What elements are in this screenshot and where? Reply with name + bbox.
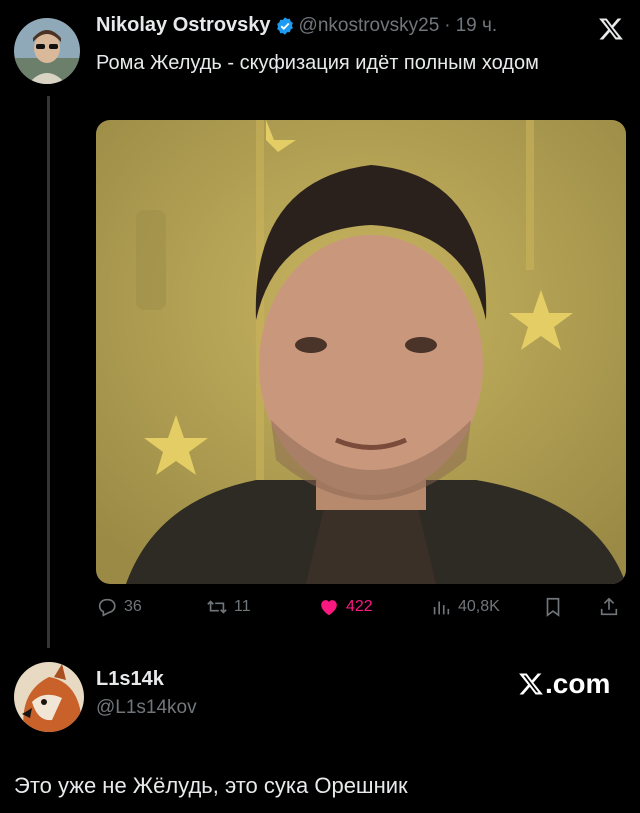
like-count: 422 — [346, 598, 373, 615]
verified-badge-icon — [276, 16, 293, 35]
reply-count: 36 — [124, 598, 142, 615]
views-chart-icon — [433, 601, 450, 615]
share-icon — [600, 597, 618, 616]
author-name[interactable]: Nikolay Ostrovsky — [96, 14, 271, 37]
bookmark-button[interactable] — [542, 596, 570, 618]
reply-header: L1s14k @L1s14kov — [96, 668, 197, 719]
tweet-time[interactable]: 19 ч. — [456, 15, 498, 37]
x-com-watermark: .com — [518, 668, 610, 700]
x-logo-icon — [599, 18, 623, 40]
reply-icon — [98, 598, 116, 617]
tweet-photo[interactable] — [96, 120, 626, 584]
reply-button[interactable]: 36 — [96, 596, 142, 618]
separator-dot: · — [444, 14, 451, 36]
thread-line — [47, 96, 50, 648]
repost-button[interactable]: 11 — [206, 596, 251, 618]
reply-author-avatar[interactable] — [14, 662, 84, 732]
repost-icon — [207, 600, 227, 614]
tweet-actions: 36 11 422 40,8K — [96, 596, 626, 624]
x-logo-icon — [519, 673, 543, 695]
tweet-header: Nikolay Ostrovsky @nkostrovsky25 · 19 ч. — [96, 14, 497, 37]
repost-count: 11 — [234, 598, 251, 615]
author-handle[interactable]: @nkostrovsky25 — [299, 15, 440, 37]
reply-text: Это уже не Жёлудь, это сука Орешник — [14, 773, 408, 798]
site-tag-text: .com — [545, 668, 611, 699]
reply-author-handle[interactable]: @L1s14kov — [96, 697, 197, 719]
views-count: 40,8K — [458, 598, 500, 615]
tweet-text: Рома Желудь - скуфизация идёт полным ход… — [96, 52, 539, 74]
author-avatar[interactable] — [14, 18, 80, 84]
views-button[interactable]: 40,8K — [430, 596, 500, 618]
reply-author-name[interactable]: L1s14k — [96, 668, 197, 691]
share-button[interactable] — [598, 596, 626, 618]
like-button[interactable]: 422 — [318, 596, 373, 618]
heart-icon — [321, 600, 337, 616]
bookmark-icon — [546, 597, 560, 617]
